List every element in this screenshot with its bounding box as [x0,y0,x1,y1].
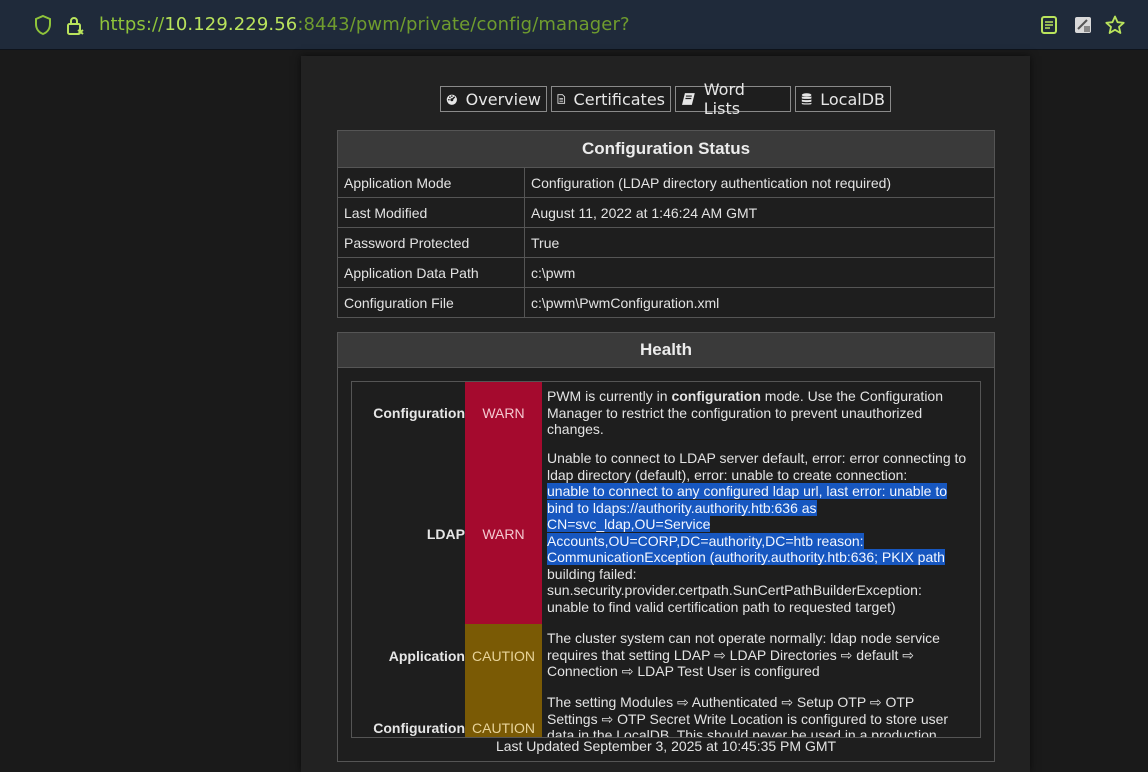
health-topic: LDAP [426,526,465,542]
message-bold: configuration [671,388,761,404]
status-value: c:\pwm [524,257,995,288]
message-text: Unable to connect to LDAP server default… [547,450,967,483]
health-section: Health Configuration WARN PWM is current… [337,332,995,762]
url-host: 10.129.229.56 [164,14,298,35]
config-manager-tabs: Overview Certificates Word Lists LocalDB [440,80,891,118]
tab-certificates-label: Certificates [573,89,665,109]
table-row: Password Protected True [337,227,995,258]
tab-localdb[interactable]: LocalDB [795,86,891,112]
table-row: Application Data Path c:\pwm [337,257,995,288]
health-title: Health [338,333,994,368]
document-icon [557,94,566,104]
tab-certificates[interactable]: Certificates [551,86,671,112]
health-topic: Application [388,648,465,664]
url-path: :8443/pwm/private/config/manager? [297,14,630,35]
status-value: Configuration (LDAP directory authentica… [524,167,995,198]
book-icon [681,92,695,105]
table-row: Application Mode Configuration (LDAP dir… [337,167,995,198]
health-status-badge: WARN [465,382,542,444]
selected-text: unable to connect to any configured ldap… [547,483,948,499]
table-row: Configuration File c:\pwm\PwmConfigurati… [337,287,995,318]
health-record: Configuration CAUTION The setting Module… [352,688,980,738]
database-icon [801,93,812,105]
health-topic: Configuration [373,720,465,736]
tab-word-lists[interactable]: Word Lists [675,80,791,118]
status-key: Last Modified [337,197,525,228]
status-key: Application Mode [337,167,525,198]
configuration-status-title: Configuration Status [337,130,995,168]
selected-text: CommunicationException (authority.author… [547,549,945,565]
health-record: Application CAUTION The cluster system c… [352,624,980,688]
browser-url-bar: https://10.129.229.56:8443/pwm/private/c… [0,0,1148,50]
message-text: building failed: sun.security.provider.c… [547,565,922,615]
status-value: August 11, 2022 at 1:46:24 AM GMT [524,197,995,228]
health-records-scroll[interactable]: Configuration WARN PWM is currently in c… [351,381,981,738]
selected-text: bind to ldaps://authority.authority.htb:… [547,499,817,516]
health-message: Unable to connect to LDAP server default… [547,450,967,615]
health-message: The cluster system can not operate norma… [547,630,940,679]
dashboard-icon [446,94,457,105]
last-updated-text: Last Updated September 3, 2025 at 10:45:… [495,738,837,754]
health-status-badge: CAUTION [465,624,542,688]
bookmark-star-icon[interactable] [1104,14,1126,36]
status-value: True [524,227,995,258]
reader-view-icon[interactable] [1038,14,1060,36]
tab-localdb-label: LocalDB [820,89,885,109]
health-message: The setting Modules ⇨ Authenticated ⇨ Se… [547,694,949,738]
status-key: Configuration File [337,287,525,318]
message-text: PWM is currently in [547,388,672,404]
shield-icon[interactable] [32,14,54,36]
health-record: Configuration WARN PWM is currently in c… [352,382,980,444]
extension-icon[interactable] [1072,14,1094,36]
tab-overview[interactable]: Overview [440,86,547,112]
health-topic: Configuration [373,405,465,421]
status-key: Application Data Path [337,257,525,288]
health-record: LDAP WARN Unable to connect to LDAP serv… [352,444,980,624]
health-message: PWM is currently in configuration mode. … [547,388,967,438]
health-status-badge: WARN [465,444,542,624]
table-row: Last Modified August 11, 2022 at 1:46:24… [337,197,995,228]
selected-text: CN=svc_ldap,OU=Service [547,516,711,532]
url-field[interactable]: https://10.129.229.56:8443/pwm/private/c… [99,14,630,36]
status-key: Password Protected [337,227,525,258]
url-scheme: https:// [99,14,165,35]
selected-text: Accounts,OU=CORP,DC=authority,DC=htb rea… [547,532,864,549]
tab-word-lists-label: Word Lists [703,80,745,118]
tab-overview-label: Overview [465,89,541,109]
lock-icon[interactable] [64,14,86,36]
status-value: c:\pwm\PwmConfiguration.xml [524,287,995,318]
health-status-badge: CAUTION [465,688,542,737]
configuration-status-table: Configuration Status Application Mode Co… [337,130,995,318]
